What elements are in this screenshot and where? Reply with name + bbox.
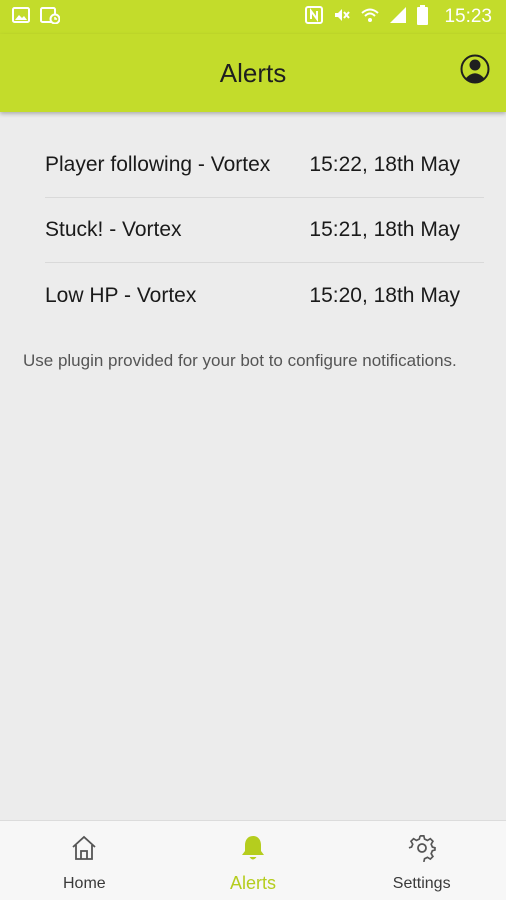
- home-icon: [70, 833, 98, 863]
- page-title: Alerts: [219, 57, 287, 88]
- app-bar: Alerts: [0, 34, 506, 112]
- alert-row[interactable]: Low HP - Vortex 15:20, 18th May: [45, 263, 484, 328]
- status-bar: 15:23: [0, 0, 506, 34]
- gear-icon: [408, 833, 436, 863]
- alert-time: 15:22, 18th May: [309, 153, 460, 176]
- calendar-notification-icon: [40, 6, 61, 29]
- account-circle-icon: [460, 54, 490, 89]
- alert-row[interactable]: Stuck! - Vortex 15:21, 18th May: [45, 198, 484, 263]
- bottom-nav: Home Alerts Settings: [0, 820, 506, 900]
- alert-title: Player following - Vortex: [45, 153, 271, 176]
- nav-alerts[interactable]: Alerts: [169, 821, 338, 900]
- battery-icon: [417, 4, 429, 30]
- alert-row[interactable]: Player following - Vortex 15:22, 18th Ma…: [45, 133, 484, 198]
- status-right: 15:23: [305, 4, 492, 30]
- nfc-icon: [305, 5, 324, 29]
- gallery-notification-icon: [12, 6, 30, 28]
- nav-settings-label: Settings: [392, 875, 451, 892]
- mute-icon: [333, 6, 351, 29]
- nav-home-label: Home: [62, 875, 106, 892]
- alert-title: Stuck! - Vortex: [45, 218, 182, 241]
- nav-settings[interactable]: Settings: [337, 821, 506, 900]
- alert-list: Player following - Vortex 15:22, 18th Ma…: [45, 133, 484, 328]
- alert-time: 15:20, 18th May: [309, 283, 460, 307]
- account-button[interactable]: [460, 54, 490, 89]
- nav-home[interactable]: Home: [0, 821, 169, 900]
- alert-title: Low HP - Vortex: [45, 283, 197, 307]
- bell-icon: [240, 833, 266, 863]
- status-left: [12, 6, 61, 29]
- signal-icon: [389, 6, 407, 29]
- status-time: 15:23: [444, 6, 492, 27]
- nav-alerts-label: Alerts: [230, 873, 277, 893]
- alert-time: 15:21, 18th May: [309, 218, 460, 241]
- configure-hint: Use plugin provided for your bot to conf…: [23, 351, 457, 370]
- wifi-icon: [361, 6, 380, 29]
